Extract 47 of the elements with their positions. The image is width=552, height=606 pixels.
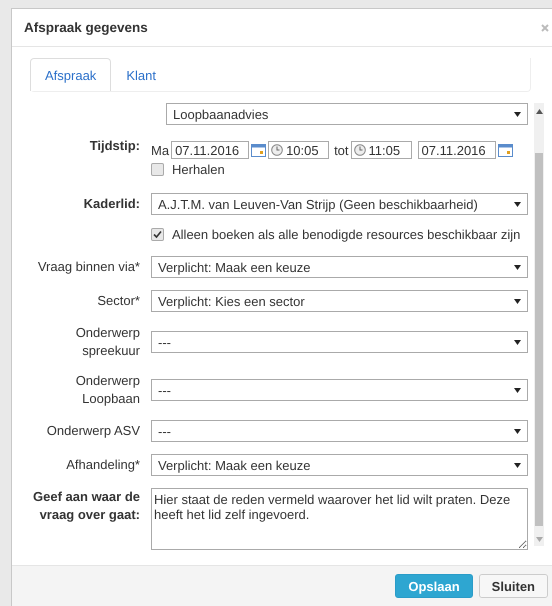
text-area[interactable]: Hier staat de reden vermeld waarover het lid wilt praten. Deze heeft het lid zelf ingevoerd. [151,488,528,550]
day-label: Ma [151,142,170,158]
calendar-icon[interactable] [251,144,266,156]
arrow-up-icon[interactable] [536,109,542,114]
caret-icon [514,298,521,304]
dropdown[interactable]: Loopbaanadvies [166,103,528,125]
field-label: Vraag binnen via* [36,258,140,276]
calendar-icon[interactable] [498,144,513,156]
field-label: Sector* [96,292,140,310]
field-label: Onderwerp ASV [46,422,140,440]
repeat-checkbox[interactable]: Herhalen [151,162,528,177]
clock-icon [354,144,366,156]
close-icon[interactable] [541,24,549,32]
dropdown[interactable]: Verplicht: Maak een keuze [151,256,528,278]
tab[interactable]: Klant [111,58,171,91]
clock-icon [271,144,284,156]
field-label: Kaderlid: [82,195,140,213]
caret-icon [514,112,521,116]
separator-label: tot [334,142,349,158]
field-label: Afhandeling* [65,456,140,474]
checkmark-icon [153,230,162,239]
dropdown[interactable]: Verplicht: Kies een sector [151,290,528,312]
caret-icon [514,428,521,434]
field-label: Onderwerp spreekuur [74,324,140,360]
time-field[interactable]: 10:05 [268,141,330,159]
field-label: Geef aan waar de vraag over gaat: [32,488,140,524]
field-label: Tijdstip: [88,137,140,155]
caret-icon [514,264,521,270]
date-field[interactable]: 07.11.2016 [171,141,250,159]
tab[interactable]: Afspraak [30,58,112,91]
checkbox[interactable]: Alleen boeken als alle benodigde resources beschikbaar zijn [151,227,528,242]
dialog-title: Afspraak gegevens [24,20,148,35]
arrow-down-icon[interactable] [536,537,542,542]
caret-icon [514,388,521,392]
time-field[interactable]: 11:05 [350,141,412,159]
date-field[interactable]: 07.11.2016 [418,141,496,159]
scrollbar[interactable] [534,103,544,546]
close-button[interactable]: Sluiten [478,574,548,598]
dropdown[interactable]: A.J.T.M. van Leuven-Van Strijp (Geen beschikbaarheid) [151,193,528,215]
caret-icon [514,202,521,206]
caret-icon [514,340,521,344]
dropdown[interactable]: --- [151,331,528,353]
dropdown[interactable]: --- [151,379,528,401]
dropdown[interactable]: Verplicht: Maak een keuze [151,454,528,476]
field-label: Onderwerp Loopbaan [74,372,140,408]
dropdown[interactable]: --- [151,420,528,442]
caret-icon [514,462,521,468]
